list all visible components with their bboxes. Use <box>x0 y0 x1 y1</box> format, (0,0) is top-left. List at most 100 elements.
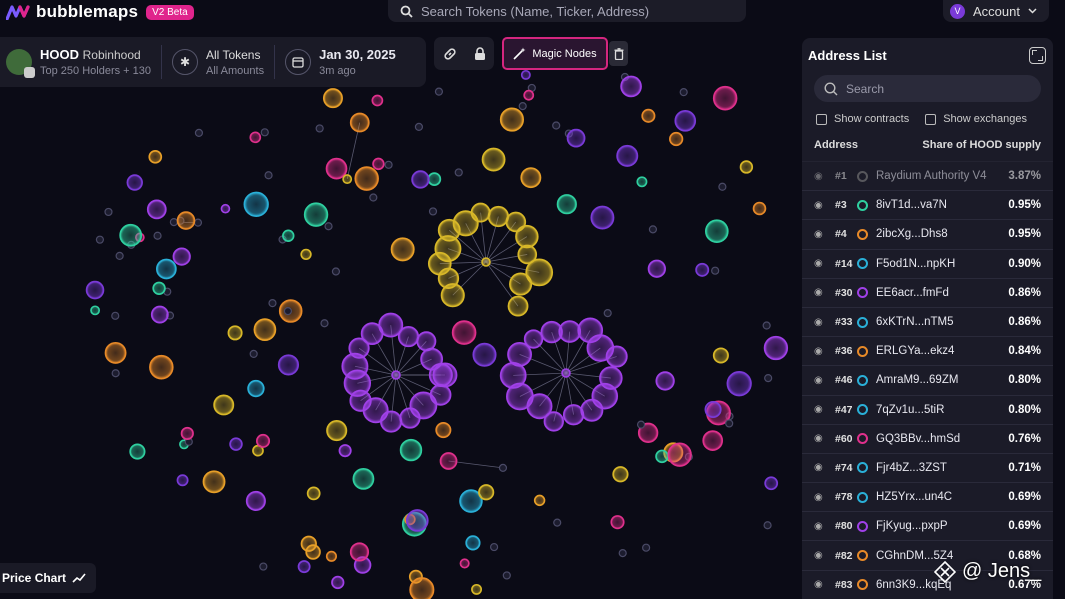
holder-bubble[interactable] <box>552 121 561 130</box>
eye-icon[interactable]: ◉ <box>814 521 826 532</box>
holder-bubble[interactable] <box>763 335 789 361</box>
holder-bubble[interactable] <box>342 174 353 185</box>
holder-bubble[interactable] <box>674 109 697 132</box>
holder-bubble[interactable] <box>590 205 615 230</box>
holder-bubble[interactable] <box>711 266 720 275</box>
holder-bubble[interactable] <box>712 347 729 364</box>
holder-bubble[interactable] <box>315 124 324 133</box>
holder-bubble[interactable] <box>478 484 495 501</box>
holder-bubble[interactable] <box>712 85 738 111</box>
holder-bubble[interactable] <box>616 144 639 167</box>
holder-bubble[interactable] <box>507 295 529 317</box>
eye-icon[interactable]: ◉ <box>814 375 826 386</box>
holder-bubble[interactable] <box>704 400 722 419</box>
holder-bubble[interactable] <box>129 443 146 460</box>
eye-icon[interactable]: ◉ <box>814 346 826 357</box>
holder-bubble[interactable] <box>763 521 772 530</box>
holder-bubble[interactable] <box>427 172 442 186</box>
holder-bubble[interactable] <box>520 167 542 189</box>
holder-bubble[interactable] <box>390 237 415 262</box>
address-row[interactable]: ◉ #78 HZ5Yrx...un4C 0.69% <box>802 482 1053 511</box>
holder-bubble[interactable] <box>509 272 533 296</box>
token-search-input[interactable]: Search Tokens (Name, Ticker, Address) <box>388 0 746 22</box>
holder-bubble[interactable] <box>384 160 393 169</box>
trash-button[interactable] <box>609 41 628 66</box>
holder-bubble[interactable] <box>655 449 669 464</box>
token-selector[interactable]: HOOD Robinhood Top 250 Holders + 130 <box>0 37 161 87</box>
holder-bubble[interactable] <box>277 354 300 376</box>
holder-bubble[interactable] <box>391 370 401 380</box>
holder-bubble[interactable] <box>303 202 329 227</box>
holder-bubble[interactable] <box>471 583 483 595</box>
holder-bubble[interactable] <box>268 299 277 308</box>
address-row[interactable]: ◉ #36 ERLGYa...ekz4 0.84% <box>802 336 1053 365</box>
holder-bubble[interactable] <box>472 342 497 367</box>
holder-bubble[interactable] <box>399 438 423 462</box>
holder-bubble[interactable] <box>726 371 752 397</box>
holder-bubble[interactable] <box>499 107 525 132</box>
holder-bubble[interactable] <box>213 394 235 416</box>
eye-icon[interactable]: ◉ <box>814 404 826 415</box>
holder-bubble[interactable] <box>667 442 692 467</box>
holder-bubble[interactable] <box>324 222 333 231</box>
holder-bubble[interactable] <box>253 318 277 342</box>
address-row[interactable]: ◉ #47 7qZv1u...5tiR 0.80% <box>802 394 1053 424</box>
holder-bubble[interactable] <box>725 419 734 428</box>
holder-bubble[interactable] <box>371 94 384 107</box>
holder-bubble[interactable] <box>454 168 463 177</box>
holder-bubble[interactable] <box>220 203 231 214</box>
holder-bubble[interactable] <box>523 329 544 349</box>
holder-bubble[interactable] <box>620 75 642 98</box>
holder-bubble[interactable] <box>553 518 562 527</box>
eye-icon[interactable]: ◉ <box>814 433 826 444</box>
holder-bubble[interactable] <box>481 147 506 172</box>
eye-icon[interactable]: ◉ <box>814 258 826 269</box>
holder-bubble[interactable] <box>255 433 271 448</box>
holder-bubble[interactable] <box>283 306 293 316</box>
holder-bubble[interactable] <box>752 201 767 216</box>
holder-bubble[interactable] <box>764 374 773 383</box>
eye-icon[interactable]: ◉ <box>814 317 826 328</box>
holder-bubble[interactable] <box>119 223 143 247</box>
holder-bubble[interactable] <box>762 321 771 330</box>
lock-icon[interactable] <box>474 46 486 61</box>
holder-bubble[interactable] <box>515 224 539 249</box>
holder-bubble[interactable] <box>399 407 421 429</box>
address-row[interactable]: ◉ #30 EE6acr...fmFd 0.86% <box>802 277 1053 307</box>
holder-bubble[interactable] <box>148 149 163 164</box>
holder-bubble[interactable] <box>702 430 724 451</box>
holder-bubble[interactable] <box>562 404 585 426</box>
holder-bubble[interactable] <box>489 542 499 552</box>
holder-bubble[interactable] <box>243 191 269 217</box>
address-row[interactable]: ◉ #3 8ivT1d...va7N 0.95% <box>802 190 1053 219</box>
holder-bubble[interactable] <box>481 257 491 267</box>
holder-bubble[interactable] <box>459 558 470 569</box>
holder-bubble[interactable] <box>305 544 321 560</box>
holder-bubble[interactable] <box>229 437 243 451</box>
holder-bubble[interactable] <box>416 331 437 352</box>
holder-bubble[interactable] <box>176 474 189 487</box>
holder-bubble[interactable] <box>193 218 203 227</box>
holder-bubble[interactable] <box>411 170 430 189</box>
magic-nodes-button[interactable]: Magic Nodes <box>502 37 608 70</box>
address-row[interactable]: ◉ #14 F5od1N...npKH 0.90% <box>802 248 1053 278</box>
holder-bubble[interactable] <box>169 218 178 227</box>
address-row[interactable]: ◉ #74 Fjr4bZ...3ZST 0.71% <box>802 452 1053 482</box>
holder-bubble[interactable] <box>612 466 629 483</box>
holder-bubble[interactable] <box>523 89 535 101</box>
holder-bubble[interactable] <box>406 509 429 532</box>
address-row[interactable]: ◉ #33 6xKTrN...nTM5 0.86% <box>802 306 1053 336</box>
eye-icon[interactable]: ◉ <box>814 229 826 240</box>
holder-bubble[interactable] <box>325 550 338 562</box>
holder-bubble[interactable] <box>647 259 666 278</box>
holder-bubble[interactable] <box>322 88 343 109</box>
holder-bubble[interactable] <box>561 368 571 378</box>
holder-bubble[interactable] <box>642 543 651 552</box>
eye-icon[interactable]: ◉ <box>814 287 826 298</box>
address-row[interactable]: ◉ #4 2ibcXg...Dhs8 0.95% <box>802 219 1053 248</box>
holder-bubble[interactable] <box>739 160 754 174</box>
holder-bubble[interactable] <box>580 398 604 422</box>
holder-bubble[interactable] <box>369 193 378 202</box>
holder-bubble[interactable] <box>636 420 646 429</box>
holder-bubble[interactable] <box>669 131 684 147</box>
